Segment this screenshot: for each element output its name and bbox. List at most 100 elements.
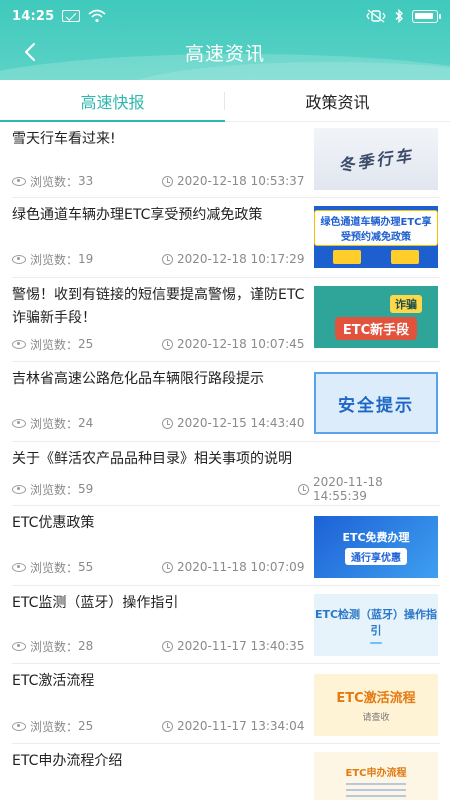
publish-time-value: 2020-11-18 10:07:09	[177, 560, 305, 574]
news-thumbnail: 诈骗 ETC新手段	[314, 286, 438, 348]
view-count-label: 浏览数：	[30, 719, 79, 734]
news-item[interactable]: 绿色通道车辆办理ETC享受预约减免政策 浏览数： 19 2020-12-18 10…	[12, 198, 440, 278]
view-count: 浏览数： 33	[12, 172, 93, 190]
clock-icon	[162, 640, 173, 652]
publish-time: 2020-11-17 13:40:35	[162, 637, 304, 655]
thumbnail-text: ETC激活流程	[336, 691, 416, 706]
publish-time-value: 2020-11-17 13:40:35	[177, 639, 305, 653]
view-count-value: 19	[78, 252, 94, 266]
tab-bar: 高速快报 政策资讯	[0, 80, 450, 122]
publish-time: 2020-11-17 13:34:04	[162, 717, 304, 735]
thumbnail-text: 安全提示	[338, 395, 414, 416]
news-title: ETC监测（蓝牙）操作指引	[12, 595, 179, 611]
view-count: 浏览数： 25	[12, 717, 93, 735]
tab-highway-news[interactable]: 高速快报	[0, 80, 225, 122]
news-item[interactable]: ETC监测（蓝牙）操作指引 浏览数： 28 2020-11-17 13:40:35…	[12, 586, 440, 664]
eye-icon	[12, 641, 26, 651]
thumbnail-lines	[346, 782, 406, 800]
publish-time-value: 2020-12-18 10:17:29	[177, 252, 305, 266]
view-count: 浏览数： 59	[12, 480, 93, 498]
clock-icon	[162, 253, 173, 265]
news-title: 雪天行车看过来!	[12, 131, 116, 147]
publish-time-value: 2020-12-15 14:43:40	[177, 416, 305, 430]
view-count-value: 33	[78, 174, 94, 188]
view-count-value: 28	[78, 639, 94, 653]
publish-time: 2020-11-18 14:55:39	[298, 475, 440, 503]
view-count-value: 55	[78, 560, 94, 574]
thumbnail-subtext: 请查收	[362, 713, 390, 723]
thumbnail-text: ETC免费办理	[342, 531, 410, 544]
view-count: 浏览数： 55	[12, 558, 93, 576]
eye-icon	[12, 339, 26, 349]
news-item[interactable]: 警惕！收到有链接的短信要提高警惕，谨防ETC诈骗新手段！ 浏览数： 25 2020…	[12, 278, 440, 362]
news-title: ETC激活流程	[12, 673, 95, 689]
publish-time: 2020-11-18 10:07:09	[162, 558, 304, 576]
news-item[interactable]: ETC申办流程介绍 ETC申办流程	[12, 744, 440, 800]
eye-icon	[12, 721, 26, 731]
wifi-icon	[88, 9, 106, 23]
thumbnail-text: ETC申办流程	[345, 767, 407, 779]
view-count-label: 浏览数：	[30, 174, 79, 189]
news-thumbnail: 安全提示	[314, 372, 438, 434]
eye-icon	[12, 254, 26, 264]
bluetooth-icon	[394, 9, 404, 23]
clock-icon	[162, 417, 173, 429]
view-count-value: 25	[78, 337, 94, 351]
news-title: 吉林省高速公路危化品车辆限行路段提示	[12, 371, 264, 387]
thumbnail-text: 冬季行车	[337, 145, 416, 176]
news-item[interactable]: 吉林省高速公路危化品车辆限行路段提示 浏览数： 24 2020-12-15 14:…	[12, 362, 440, 442]
clock-icon	[298, 483, 309, 495]
status-bar: 14:25	[0, 0, 450, 32]
view-count-label: 浏览数：	[30, 416, 79, 431]
news-thumbnail: ETC免费办理 通行享优惠	[314, 516, 438, 578]
tab-divider	[224, 92, 225, 110]
clock-icon	[162, 720, 173, 732]
view-count-label: 浏览数：	[30, 482, 79, 497]
battery-icon	[412, 9, 441, 23]
nav-bar: 高速资讯	[0, 32, 450, 72]
view-count-label: 浏览数：	[30, 252, 79, 267]
eye-icon	[12, 484, 26, 494]
clock-icon	[162, 175, 173, 187]
view-count: 浏览数： 24	[12, 414, 93, 432]
news-thumbnail: 冬季行车	[314, 128, 438, 190]
publish-time: 2020-12-18 10:17:29	[162, 250, 304, 268]
news-thumbnail: ETC激活流程 请查收	[314, 674, 438, 736]
news-title: 关于《鲜活农产品品种目录》相关事项的说明	[12, 451, 292, 467]
thumbnail-steps-bar	[370, 642, 382, 644]
view-count-label: 浏览数：	[30, 560, 79, 575]
publish-time-value: 2020-11-18 14:55:39	[312, 475, 383, 503]
vibrate-icon	[366, 9, 386, 23]
publish-time-value: 2020-12-18 10:07:45	[177, 337, 305, 351]
news-item[interactable]: ETC激活流程 浏览数： 25 2020-11-17 13:34:04 ETC激活…	[12, 664, 440, 744]
news-title: 绿色通道车辆办理ETC享受预约减免政策	[12, 207, 263, 223]
thumbnail-text: ETC新手段	[334, 316, 418, 340]
header-bar: 14:25 高速资讯	[0, 0, 450, 80]
news-thumbnail: ETC检测（蓝牙）操作指引	[314, 594, 438, 656]
thumbnail-text: ETC检测（蓝牙）操作指引	[314, 608, 438, 637]
publish-time: 2020-12-18 10:53:37	[162, 172, 304, 190]
news-item[interactable]: ETC优惠政策 浏览数： 55 2020-11-18 10:07:09 ETC免费…	[12, 506, 440, 586]
eye-icon	[12, 562, 26, 572]
view-count: 浏览数： 25	[12, 335, 93, 353]
view-count-value: 24	[78, 416, 94, 430]
tab-policy-news[interactable]: 政策资讯	[225, 80, 450, 121]
news-title: ETC优惠政策	[12, 515, 95, 531]
eye-icon	[12, 176, 26, 186]
eye-icon	[12, 418, 26, 428]
news-item[interactable]: 雪天行车看过来! 浏览数： 33 2020-12-18 10:53:37 冬季行车	[12, 122, 440, 198]
view-count-label: 浏览数：	[30, 337, 79, 352]
news-item[interactable]: 关于《鲜活农产品品种目录》相关事项的说明 浏览数： 59 2020-11-18 1…	[12, 442, 440, 506]
view-count-label: 浏览数：	[30, 639, 79, 654]
status-time: 14:25	[12, 8, 55, 24]
news-list: 雪天行车看过来! 浏览数： 33 2020-12-18 10:53:37 冬季行车…	[0, 122, 450, 800]
message-icon	[62, 10, 81, 22]
publish-time-value: 2020-12-18 10:53:37	[177, 174, 305, 188]
chevron-left-icon[interactable]	[18, 40, 42, 64]
truck-illustration	[333, 250, 419, 264]
view-count-value: 25	[78, 719, 94, 733]
publish-time: 2020-12-15 14:43:40	[162, 414, 304, 432]
clock-icon	[162, 561, 173, 573]
publish-time-value: 2020-11-17 13:34:04	[177, 719, 305, 733]
clock-icon	[162, 338, 173, 350]
